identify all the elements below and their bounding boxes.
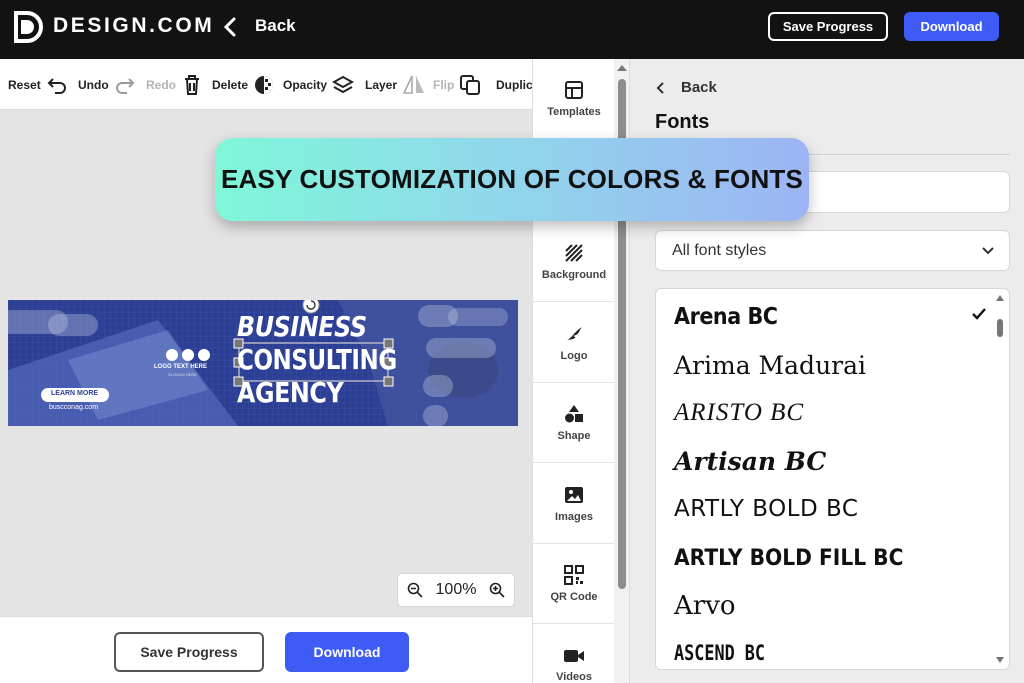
zoom-out-icon[interactable] <box>407 582 423 598</box>
font-item-arena-bc[interactable]: Arena BC <box>674 293 944 341</box>
duplicate-icon <box>460 74 481 95</box>
font-item-aristo-bc[interactable]: ARISTO BC <box>674 389 974 437</box>
banner-cta: LEARN MORE <box>51 390 99 397</box>
editor-toolbar: Reset Undo Redo Delete Opacity Layer Fli… <box>0 59 532 110</box>
background-icon <box>565 243 583 262</box>
reset-button[interactable]: Reset <box>8 59 68 109</box>
nav-images-label: Images <box>555 510 593 523</box>
nav-shape-label: Shape <box>557 429 591 442</box>
nav-logo[interactable]: Logo <box>533 303 615 383</box>
font-item-artisan-bc[interactable]: Artisan BC <box>674 437 974 485</box>
font-style-value: All font styles <box>672 241 767 259</box>
reset-icon <box>47 77 66 94</box>
feature-caption-overlay: EASY CUSTOMIZATION OF COLORS & FONTS <box>215 138 809 221</box>
design-com-logo-icon[interactable] <box>12 10 44 44</box>
font-item-artly-bold-fill-bc[interactable]: ARTLY BOLD FILL BC <box>674 534 950 582</box>
font-item-arvo[interactable]: Arvo <box>674 582 974 630</box>
bottom-download-button[interactable]: Download <box>285 632 409 672</box>
zoom-control: 100% <box>397 573 515 607</box>
chevron-left-icon <box>656 81 664 94</box>
list-scroll-down-icon[interactable] <box>996 657 1004 663</box>
video-icon <box>564 649 584 662</box>
banner-headline-2[interactable]: CONSULTING <box>237 343 397 376</box>
undo-label: Undo <box>78 77 109 92</box>
banner-headline-3[interactable]: AGENCY <box>237 376 344 409</box>
font-style-select[interactable]: All font styles <box>655 230 1010 271</box>
delete-label: Delete <box>212 77 249 92</box>
save-progress-button[interactable]: Save Progress <box>768 12 888 41</box>
flip-button[interactable]: Flip <box>433 59 481 109</box>
panel-back-link[interactable]: Back <box>655 79 717 96</box>
brand-name[interactable]: DESIGN.COM <box>53 14 214 38</box>
bottom-save-progress-button[interactable]: Save Progress <box>114 632 264 672</box>
bottom-bar: Save Progress Download <box>0 616 532 683</box>
nav-qr-code-label: QR Code <box>550 590 598 603</box>
opacity-label: Opacity <box>283 77 328 92</box>
scroll-up-arrow-icon[interactable] <box>617 65 627 71</box>
logo-icon <box>567 326 582 340</box>
font-list[interactable]: Arena BC Arima Madurai ARISTO BC Artisan… <box>655 288 1010 670</box>
font-item-ascend-bc[interactable]: ASCEND BC <box>674 629 914 669</box>
redo-button[interactable]: Redo <box>146 59 203 109</box>
back-link[interactable]: Back <box>255 16 296 36</box>
banner-design[interactable]: BUSINESS CONSULTING AGENCY LOGO TEXT HER… <box>8 300 518 426</box>
nav-background-label: Background <box>541 268 607 281</box>
nav-videos-label: Videos <box>556 670 592 683</box>
chevron-left-icon[interactable] <box>221 16 239 38</box>
download-button[interactable]: Download <box>904 12 999 41</box>
nav-templates-label: Templates <box>547 105 601 118</box>
top-bar: DESIGN.COM Back Save Progress Download <box>0 0 1024 59</box>
nav-videos[interactable]: Videos <box>533 625 615 683</box>
image-icon <box>565 486 583 503</box>
shape-icon <box>565 404 583 422</box>
duplicate-button[interactable]: Duplic <box>496 59 532 109</box>
nav-background[interactable]: Background <box>533 222 615 302</box>
qr-code-icon <box>564 564 584 585</box>
layers-icon <box>332 75 355 93</box>
opacity-button[interactable]: Opacity <box>283 59 355 109</box>
panel-back-label: Back <box>681 79 717 96</box>
undo-button[interactable]: Undo <box>78 59 136 109</box>
font-item-artly-bold-bc[interactable]: ARTLY BOLD BC <box>674 485 974 533</box>
reset-label: Reset <box>8 77 41 92</box>
redo-label: Redo <box>146 77 176 92</box>
delete-button[interactable]: Delete <box>212 59 275 109</box>
nav-images[interactable]: Images <box>533 464 615 544</box>
flip-icon <box>402 75 425 94</box>
check-icon <box>972 308 986 320</box>
banner-url: buscconag.com <box>49 404 99 411</box>
nav-shape[interactable]: Shape <box>533 383 615 463</box>
list-scroll-up-icon[interactable] <box>996 295 1004 301</box>
layer-label: Layer <box>365 77 398 92</box>
nav-templates[interactable]: Templates <box>533 59 615 139</box>
duplicate-label: Duplic <box>496 77 532 92</box>
flip-label: Flip <box>433 77 455 92</box>
chevron-down-icon <box>982 246 994 254</box>
opacity-icon <box>255 75 274 94</box>
trash-icon <box>185 74 199 95</box>
font-list-scroll-thumb[interactable] <box>997 319 1003 337</box>
layer-button[interactable]: Layer <box>365 59 426 109</box>
banner-logo-text: LOGO TEXT HERE <box>154 364 208 370</box>
nav-logo-label: Logo <box>560 349 588 362</box>
banner-headline-1[interactable]: BUSINESS <box>237 310 367 343</box>
feature-caption: EASY CUSTOMIZATION OF COLORS & FONTS <box>220 164 804 194</box>
banner-tagline: SLOGAN HERE <box>168 372 197 377</box>
zoom-level: 100% <box>435 581 477 598</box>
nav-qr-code[interactable]: QR Code <box>533 544 615 624</box>
zoom-in-icon[interactable] <box>489 582 505 598</box>
panel-title: Fonts <box>655 111 710 133</box>
templates-icon <box>565 80 583 99</box>
font-item-arima-madurai[interactable]: Arima Madurai <box>674 341 974 389</box>
undo-icon <box>115 77 135 94</box>
